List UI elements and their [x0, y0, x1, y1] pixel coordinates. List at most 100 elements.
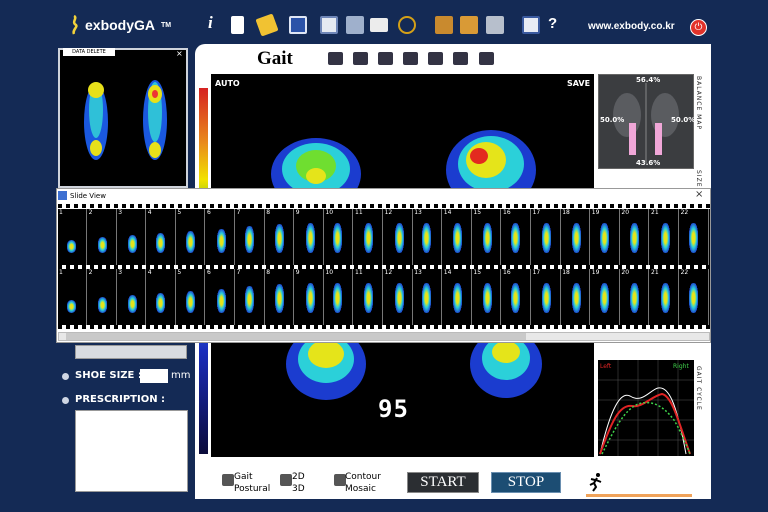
network-icon[interactable]: [346, 16, 364, 34]
pressure-thumbnail[interactable]: [58, 48, 188, 188]
slide-frame-footprint: [572, 283, 582, 313]
slide-frame[interactable]: 3: [117, 269, 147, 325]
slide-frame[interactable]: 16: [502, 209, 531, 265]
view-2d-3d-toggle[interactable]: 2D 3D: [292, 471, 305, 495]
slide-frame[interactable]: 15: [472, 209, 502, 265]
slide-frame[interactable]: 9: [295, 269, 324, 325]
slide-frame[interactable]: 15: [472, 269, 502, 325]
slide-frame[interactable]: 9: [295, 209, 324, 265]
slide-frame[interactable]: 14: [443, 269, 472, 325]
signature-icon[interactable]: [398, 16, 416, 34]
print-icon[interactable]: [370, 18, 388, 32]
info-icon[interactable]: i: [208, 13, 226, 32]
slide-frame-footprint: [128, 295, 138, 313]
patient-field[interactable]: [75, 345, 187, 359]
slide-frame[interactable]: 2: [88, 269, 117, 325]
website-url[interactable]: www.exbody.co.kr: [588, 21, 675, 32]
slide-frame[interactable]: 14: [443, 209, 472, 265]
stop-button[interactable]: STOP: [491, 472, 561, 493]
slide-frame[interactable]: 21: [650, 269, 679, 325]
slide-frame-footprint: [599, 223, 609, 253]
slide-frame[interactable]: 6: [206, 269, 235, 325]
gait-postural-toggle[interactable]: Gait Postural: [234, 471, 270, 495]
slide-frame[interactable]: 21: [650, 209, 679, 265]
slide-strip-row-2[interactable]: 1 2 3 4 5 6 7 8 9 10 11 12 13 14 15 16 17 18 19 20 21 22: [58, 269, 710, 325]
prescription-textarea[interactable]: [75, 410, 188, 492]
slide-frame[interactable]: 6: [206, 209, 235, 265]
slide-frame-number: 10: [325, 269, 334, 276]
slide-frame-footprint: [364, 223, 373, 253]
slide-frame[interactable]: 19: [591, 209, 620, 265]
slide-frame[interactable]: 18: [561, 209, 591, 265]
play-icon[interactable]: [403, 52, 418, 65]
slide-frame-number: 14: [443, 209, 452, 216]
slide-frame[interactable]: 13: [413, 269, 443, 325]
slide-frame-number: 16: [503, 269, 511, 276]
slide-frame-number: 6: [207, 209, 211, 216]
slide-frame[interactable]: 1: [58, 269, 87, 325]
slide-frame[interactable]: 5: [176, 209, 206, 265]
frame-counter: 95: [378, 395, 409, 423]
gait-postural-icon[interactable]: [222, 474, 234, 486]
slide-frame-footprint: [244, 286, 254, 313]
auto-button[interactable]: AUTO: [215, 79, 240, 88]
slide-frame[interactable]: 4: [147, 209, 176, 265]
thumbnail-close-button[interactable]: ×: [176, 49, 183, 58]
rewind-icon[interactable]: [353, 52, 368, 65]
slide-frame[interactable]: 12: [384, 269, 413, 325]
chart-icon[interactable]: [522, 16, 540, 34]
view-2d-3d-icon[interactable]: [280, 474, 292, 486]
slide-frame[interactable]: 4: [147, 269, 176, 325]
slide-frame[interactable]: 12: [384, 209, 413, 265]
power-icon[interactable]: ⏻: [690, 19, 707, 36]
tools-icon[interactable]: [486, 16, 504, 34]
slide-frame[interactable]: 17: [532, 269, 561, 325]
slide-frame[interactable]: 8: [265, 209, 295, 265]
slide-frame[interactable]: 7: [236, 269, 265, 325]
app-logo: exbodyGA TM: [70, 15, 171, 35]
slide-frame-number: 12: [384, 269, 393, 276]
first-frame-icon[interactable]: [328, 52, 343, 65]
save-disk-icon[interactable]: [289, 16, 307, 34]
slide-view-close-button[interactable]: ×: [695, 189, 703, 200]
slide-frame[interactable]: 10: [324, 269, 354, 325]
slide-frame-footprint: [275, 284, 285, 313]
slide-frame[interactable]: 5: [176, 269, 206, 325]
data-delete-tab[interactable]: DATA DELETE: [63, 48, 115, 56]
slide-frame[interactable]: 17: [532, 209, 561, 265]
help-icon[interactable]: ?: [548, 15, 557, 32]
contour-mosaic-toggle[interactable]: Contour Mosaic: [345, 471, 381, 495]
step-forward-icon[interactable]: [453, 52, 468, 65]
start-button[interactable]: START: [407, 472, 479, 493]
slide-frame[interactable]: 10: [324, 209, 354, 265]
slide-frame[interactable]: 20: [620, 209, 650, 265]
slide-frame[interactable]: 19: [591, 269, 620, 325]
slide-frame[interactable]: 11: [354, 209, 383, 265]
slide-frame[interactable]: 22: [680, 269, 709, 325]
slide-strip-row-1[interactable]: 1 2 3 4 5 6 7 8 9 10 11 12 13 14 15 16 17 18 19 20 21 22: [58, 209, 710, 265]
slide-frame[interactable]: 20: [620, 269, 650, 325]
pause-icon[interactable]: [428, 52, 443, 65]
slide-frame[interactable]: 16: [502, 269, 531, 325]
view-3d-label: 3D: [292, 484, 305, 494]
slide-frame-number: 4: [147, 269, 152, 276]
slide-frame[interactable]: 11: [354, 269, 383, 325]
box-icon[interactable]: [435, 16, 453, 34]
document-icon[interactable]: [231, 16, 244, 34]
last-frame-icon[interactable]: [479, 52, 494, 65]
slide-frame[interactable]: 13: [413, 209, 443, 265]
slide-frame[interactable]: 7: [236, 209, 265, 265]
slide-frame[interactable]: 2: [88, 209, 117, 265]
slide-frame[interactable]: 18: [561, 269, 591, 325]
slide-frame-footprint: [511, 283, 520, 313]
save-button[interactable]: SAVE: [567, 79, 590, 88]
slide-frame[interactable]: 3: [117, 209, 147, 265]
slide-frame[interactable]: 8: [265, 269, 295, 325]
window-icon[interactable]: [320, 16, 338, 34]
box-open-icon[interactable]: [460, 16, 478, 34]
step-back-icon[interactable]: [378, 52, 393, 65]
slide-frame[interactable]: 22: [680, 209, 709, 265]
slide-frame[interactable]: 1: [58, 209, 87, 265]
shoe-size-input[interactable]: [140, 369, 168, 383]
slide-view-scroll-thumb[interactable]: [66, 333, 526, 340]
